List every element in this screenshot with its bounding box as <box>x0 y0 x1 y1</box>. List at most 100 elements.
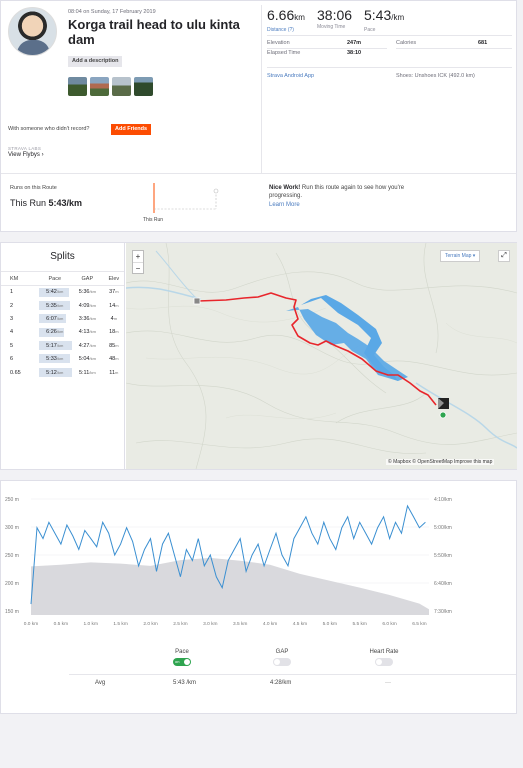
legend-heart-rate-label: Heart Rate <box>369 649 399 655</box>
split-elev: 48m <box>104 352 124 365</box>
right-axis-ticks: 4:10/km 5:00/km 5:50/km 6:40/km 7:30/km <box>434 497 452 615</box>
split-pace: 6:07/km <box>38 312 71 325</box>
split-row[interactable]: 6 5:33/km 5:04/km 48m <box>1 352 124 365</box>
right-axis-tick-label: 5:50/km <box>434 553 452 559</box>
elevation-value: 247m <box>347 40 362 46</box>
split-row[interactable]: 4 6:26/km 4:13/km 18m <box>1 326 124 339</box>
shoes-info: Shoes: Unshoes ICK (492.0 km) <box>396 73 475 79</box>
device-app-link[interactable]: Strava Android App <box>267 73 314 79</box>
section-divider <box>1 173 516 174</box>
split-km: 4 <box>10 329 14 336</box>
x-axis-tick-label: 6.5 km <box>412 621 426 627</box>
photo-thumbnail[interactable] <box>68 77 87 96</box>
distance-stat: 6.66km Distance (?) <box>267 7 305 33</box>
split-gap-value: 3:36 <box>78 315 90 322</box>
fullscreen-icon[interactable]: ⤢ <box>498 250 510 262</box>
split-gap: 4:27/km <box>71 339 104 352</box>
split-row[interactable]: 3 6:07/km 3:36/km 4m <box>1 312 124 325</box>
photo-strip <box>68 77 153 96</box>
split-gap-value: 4:09 <box>78 302 90 309</box>
photo-thumbnail[interactable] <box>90 77 109 96</box>
route-map[interactable] <box>126 243 517 469</box>
split-elev-unit: m <box>113 315 118 321</box>
split-row[interactable]: 1 5:42/km 5:36/km 37m <box>1 286 124 299</box>
split-elev-unit: m <box>115 302 119 308</box>
split-pace-value: 5:35 <box>46 302 57 309</box>
x-axis-tick-label: 1.5 km <box>113 621 127 627</box>
zoom-in-button[interactable]: + <box>133 251 143 262</box>
runs-on-route-label: Runs on this Route <box>10 185 57 191</box>
legend-gap: GAP <box>252 649 312 666</box>
split-km: 3 <box>10 315 14 322</box>
pace-elevation-chart[interactable]: 250 m 300 m 250 m 200 m 150 m 4:10/km 5:00/km… <box>1 487 518 637</box>
split-gap-unit: /km <box>89 329 96 335</box>
calories-label: Calories <box>396 40 417 46</box>
header-pace: Pace <box>38 271 72 286</box>
split-pace-unit: /km <box>56 369 64 375</box>
split-gap-unit: /km <box>89 342 96 348</box>
split-elev: 18m <box>104 326 124 339</box>
avatar[interactable] <box>8 7 57 56</box>
activity-title: Korga trail head to ulu kinta dam <box>68 17 240 47</box>
split-gap: 5:11/km <box>71 366 104 379</box>
elevation-label: Elevation <box>267 40 290 46</box>
route-end-dot <box>439 411 447 419</box>
split-gap: 4:13/km <box>71 326 104 339</box>
toggle-knob <box>184 659 190 665</box>
x-axis-tick-label: 4.0 km <box>263 621 277 627</box>
x-axis-tick-label: 1.0 km <box>84 621 98 627</box>
right-axis-tick-label: 4:10/km <box>434 497 452 503</box>
x-axis-tick-label: 3.0 km <box>203 621 217 627</box>
distance-label[interactable]: Distance (?) <box>267 27 305 33</box>
gap-toggle[interactable] <box>273 658 291 666</box>
splits-header-row: KM Pace GAP Elev <box>1 271 124 286</box>
split-row[interactable]: 5 5:17/km 4:27/km 85m <box>1 339 124 352</box>
split-elev: 4m <box>104 312 124 325</box>
chevron-right-icon: › <box>41 152 44 158</box>
map-background <box>126 243 517 469</box>
add-description-button[interactable]: Add a description <box>68 56 123 67</box>
route-start-marker <box>193 297 201 305</box>
route-comparison-chart: This Run <box>143 183 219 223</box>
split-gap-value: 5:11 <box>78 369 90 376</box>
with-someone-text: With someone who didn't record? <box>8 126 90 132</box>
split-gap: 5:04/km <box>71 352 104 365</box>
analysis-card: 250 m 300 m 250 m 200 m 150 m 4:10/km 5:00/km… <box>0 480 517 714</box>
split-elev-unit: m <box>115 342 119 348</box>
splits-body: 1 5:42/km 5:36/km 37m 2 5:35/km 4:09/km 14m 3 6:0… <box>1 286 124 380</box>
splits-title: Splits <box>50 251 75 262</box>
split-gap-unit: /km <box>89 315 96 321</box>
split-pace: 6:26/km <box>38 326 71 339</box>
split-pace: 5:17/km <box>38 339 72 352</box>
zoom-out-button[interactable]: − <box>133 262 143 274</box>
view-flybys-link[interactable]: View Flybys › <box>8 152 44 158</box>
right-axis-tick-label: 5:00/km <box>434 525 452 531</box>
split-gap: 5:36/km <box>71 286 104 299</box>
split-row[interactable]: 2 5:35/km 4:09/km 14m <box>1 299 124 312</box>
splits-table: KM Pace GAP Elev 1 5:42/km 5:36/km 37m 2 5:35… <box>1 271 124 379</box>
map-attribution[interactable]: © Mapbox © OpenStreetMap Improve this ma… <box>386 459 495 465</box>
moving-time-stat: 38:06 Moving Time <box>317 7 352 30</box>
split-km: 2 <box>10 302 14 309</box>
activity-summary-card: 08:04 on Sunday, 17 February 2019 Korga … <box>0 0 517 232</box>
stats-divider <box>396 48 512 49</box>
legend-heart-rate: Heart Rate <box>354 649 414 666</box>
header-gap: GAP <box>71 271 104 286</box>
heart-rate-toggle[interactable] <box>375 658 393 666</box>
split-pace-value: 5:42 <box>46 289 57 296</box>
split-pace: 5:35/km <box>38 299 71 312</box>
split-row[interactable]: 0.65 5:12/km 5:11/km 11m <box>1 366 124 379</box>
this-run-summary: This Run 5:43/km <box>10 198 82 208</box>
elevation-row: Elevation 247m <box>267 40 367 46</box>
toggle-knob <box>376 659 382 665</box>
moving-time-label: Moving Time <box>317 24 346 30</box>
pace-toggle[interactable]: on <box>173 658 191 666</box>
add-friends-button[interactable]: Add Friends <box>111 124 152 135</box>
split-pace-unit: /km <box>56 315 64 321</box>
photo-thumbnail[interactable] <box>134 77 153 96</box>
learn-more-link[interactable]: Learn More <box>269 202 300 208</box>
split-gap-unit: /km <box>89 369 96 375</box>
map-type-dropdown[interactable]: Terrain Map ▾ <box>440 250 481 262</box>
split-elev-unit: m <box>115 329 119 335</box>
photo-thumbnail[interactable] <box>112 77 131 96</box>
